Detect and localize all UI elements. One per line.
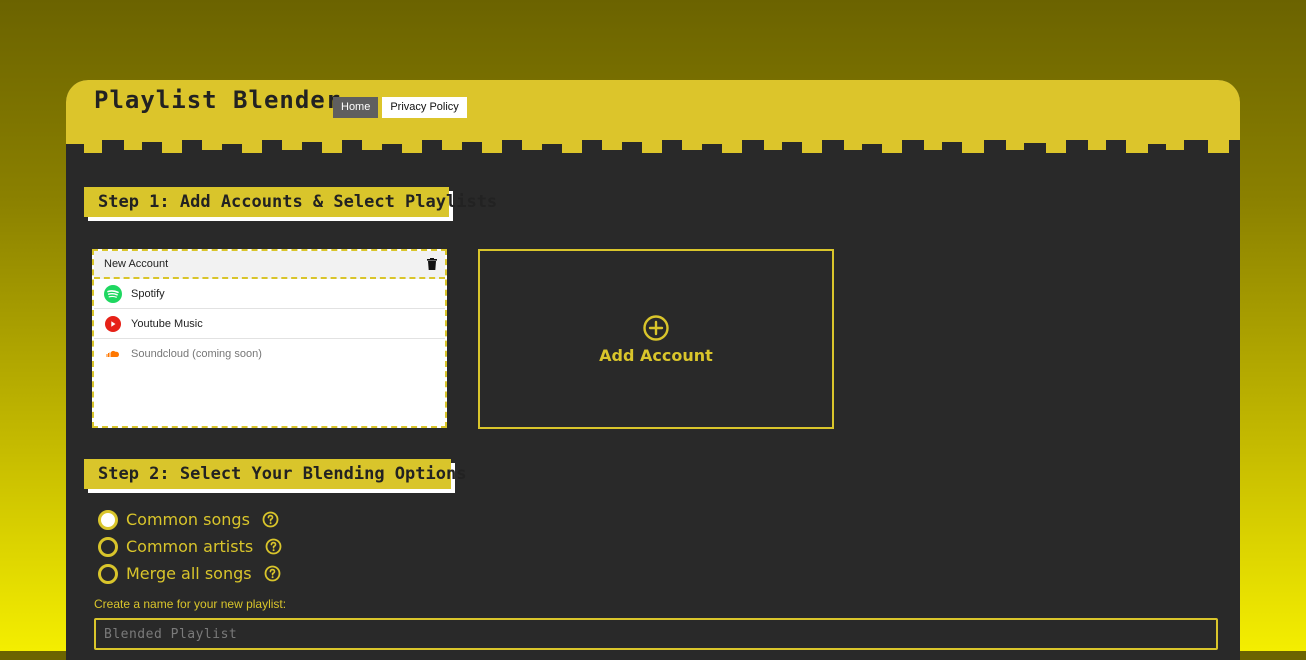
radio-merge-all-songs[interactable] [98, 563, 118, 584]
top-nav: Home Privacy Policy [333, 97, 467, 118]
playlist-name-input[interactable] [94, 618, 1218, 650]
option-common-artists[interactable]: Common artists [98, 533, 282, 560]
header-band: Playlist Blender Home Privacy Policy [66, 80, 1240, 160]
option-merge-all-songs[interactable]: Merge all songs [98, 560, 282, 587]
blending-options: Common songs Common artists Merge all so… [98, 506, 282, 587]
step2-heading: Step 2: Select Your Blending Options [84, 459, 466, 489]
radio-common-artists[interactable] [98, 536, 118, 557]
service-label-youtube-music: Youtube Music [131, 317, 203, 330]
help-icon[interactable] [264, 565, 281, 582]
step1-heading: Step 1: Add Accounts & Select Playlists [84, 187, 497, 217]
option-label-common-artists: Common artists [126, 537, 254, 556]
soundcloud-icon [104, 345, 122, 363]
spotify-icon [104, 284, 122, 303]
service-option-soundcloud: Soundcloud (coming soon) [94, 339, 445, 368]
service-option-youtube-music[interactable]: Youtube Music [94, 309, 445, 339]
account-card: New Account Spotify Youtube Music Soundc… [92, 249, 447, 428]
service-option-spotify[interactable]: Spotify [94, 279, 445, 309]
home-button[interactable]: Home [333, 97, 379, 118]
option-label-merge-all-songs: Merge all songs [126, 564, 252, 583]
trash-icon[interactable] [427, 258, 437, 270]
radio-common-songs[interactable] [98, 509, 118, 530]
privacy-policy-button[interactable]: Privacy Policy [382, 97, 467, 118]
option-common-songs[interactable]: Common songs [98, 506, 282, 533]
youtube-music-icon [104, 315, 122, 333]
plus-circle-icon [642, 314, 670, 342]
service-label-spotify: Spotify [131, 287, 165, 300]
help-icon[interactable] [265, 538, 282, 555]
add-account-label: Add Account [599, 345, 713, 365]
account-card-title: New Account [104, 258, 169, 270]
service-label-soundcloud: Soundcloud (coming soon) [131, 347, 262, 360]
app-title: Playlist Blender [94, 86, 342, 114]
app-window: Playlist Blender Home Privacy Policy Ste… [66, 80, 1240, 660]
add-account-button[interactable]: Add Account [478, 249, 834, 429]
playlist-name-label: Create a name for your new playlist: [94, 597, 287, 611]
help-icon[interactable] [262, 511, 279, 528]
account-card-header: New Account [94, 251, 445, 279]
option-label-common-songs: Common songs [126, 510, 250, 529]
